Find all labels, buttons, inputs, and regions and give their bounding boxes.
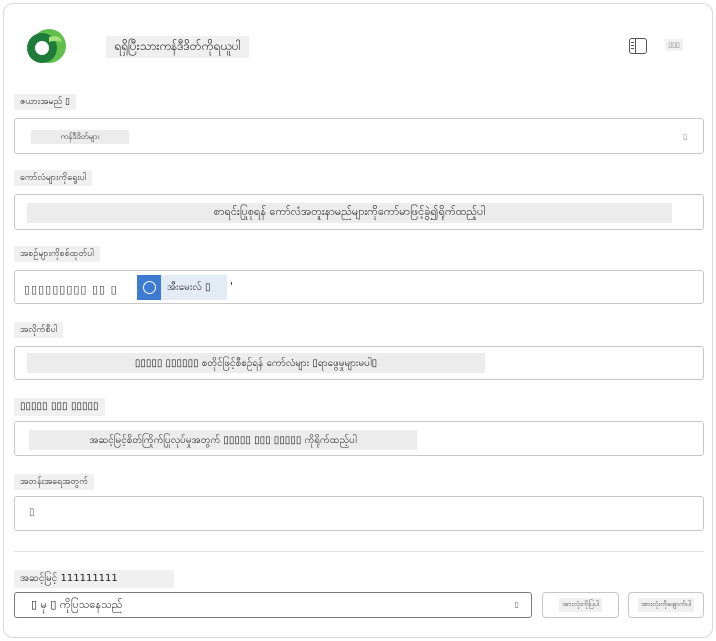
chevron-down-icon[interactable]: ▯ xyxy=(683,132,691,141)
select-columns-label: ကော်လံများကိုရွေးပါ xyxy=(14,170,93,186)
select-columns-placeholder: စာရင်းပြုစုရန် ကော်လံအတူးနာမည်များကိုကော… xyxy=(27,203,672,223)
more-menu-button[interactable]: ▯▯▯ xyxy=(665,39,683,51)
row-count-label: အတန်းအရေအတွက် xyxy=(14,474,95,490)
table-name-dropdown[interactable]: ကန်ဒီဒိတ်များ ▯ xyxy=(14,118,704,154)
expand-query-label: ▯▯▯▯▯ ▯▯▯ ▯▯▯▯▯ xyxy=(14,398,105,416)
globe-icon xyxy=(137,275,161,300)
filter-rows-text: ▯▯▯▯▯▯▯▯▯ ▯▯ ▯ xyxy=(24,283,118,296)
connector-card xyxy=(3,3,713,638)
card-title: ရရှိပြီးသားကန်ဒီဒိတ်ကိုရယူပါ xyxy=(106,36,249,58)
hide-all-button[interactable]: အားလုံးကိုဖျောက်ပါ xyxy=(628,592,704,618)
side-panel-icon[interactable] xyxy=(629,38,647,54)
row-count-input[interactable]: ▯ xyxy=(14,496,704,531)
dataverse-logo xyxy=(27,29,66,63)
hide-all-label: အားလုံးကိုဖျောက်ပါ xyxy=(637,598,695,612)
expand-query-placeholder: အဆင့်မြင့်စိတ်ကြိုက်ပြုလုပ်မှုအတွက် ▯▯▯▯… xyxy=(29,430,417,450)
email-token-label: အီးမေးလ် ▯ xyxy=(167,282,211,293)
advanced-parameters-label: အဆင့်မြင့် 111111111 xyxy=(14,570,174,588)
select-columns-input[interactable]: စာရင်းပြုစုရန် ကော်လံအတူးနာမည်များကိုကော… xyxy=(14,194,704,230)
sort-by-input[interactable]: ▯▯▯▯▯ ▯▯▯▯▯▯ စတိုင်ဖြင့်စီစဉ်ရန် ကော်လံမ… xyxy=(14,346,704,380)
show-all-button[interactable]: အားလုံးကိုပြပါ xyxy=(542,592,619,618)
sort-by-label: အလိုက်စီပါ xyxy=(14,322,64,338)
filter-rows-suffix: ' xyxy=(230,280,234,293)
show-all-label: အားလုံးကိုပြပါ xyxy=(559,598,602,612)
row-count-value: ▯ xyxy=(29,507,35,518)
advanced-parameters-dropdown[interactable]: ▯ မှ ▯ ကိုပြသနေသည် ▯ xyxy=(14,592,532,618)
table-name-label: ဇယားအမည် ▯ xyxy=(14,94,76,110)
card-title-text: ရရှိပြီးသားကန်ဒီဒိတ်ကိုရယူပါ xyxy=(114,39,241,53)
table-name-value: ကန်ဒီဒိတ်များ xyxy=(31,130,129,144)
filter-rows-label: အစဉ်များကိုစစ်ထုတ်ပါ xyxy=(14,246,100,262)
advanced-parameters-value: ▯ မှ ▯ ကိုပြသနေသည် xyxy=(31,598,123,611)
divider xyxy=(14,551,704,552)
chevron-down-icon[interactable]: ▯ xyxy=(515,600,519,609)
sort-by-placeholder: ▯▯▯▯▯ ▯▯▯▯▯▯ စတိုင်ဖြင့်စီစဉ်ရန် ကော်လံမ… xyxy=(27,353,485,373)
expand-query-input[interactable]: အဆင့်မြင့်စိတ်ကြိုက်ပြုလုပ်မှုအတွက် ▯▯▯▯… xyxy=(14,421,704,456)
email-token[interactable]: အီးမေးလ် ▯ xyxy=(137,275,227,300)
